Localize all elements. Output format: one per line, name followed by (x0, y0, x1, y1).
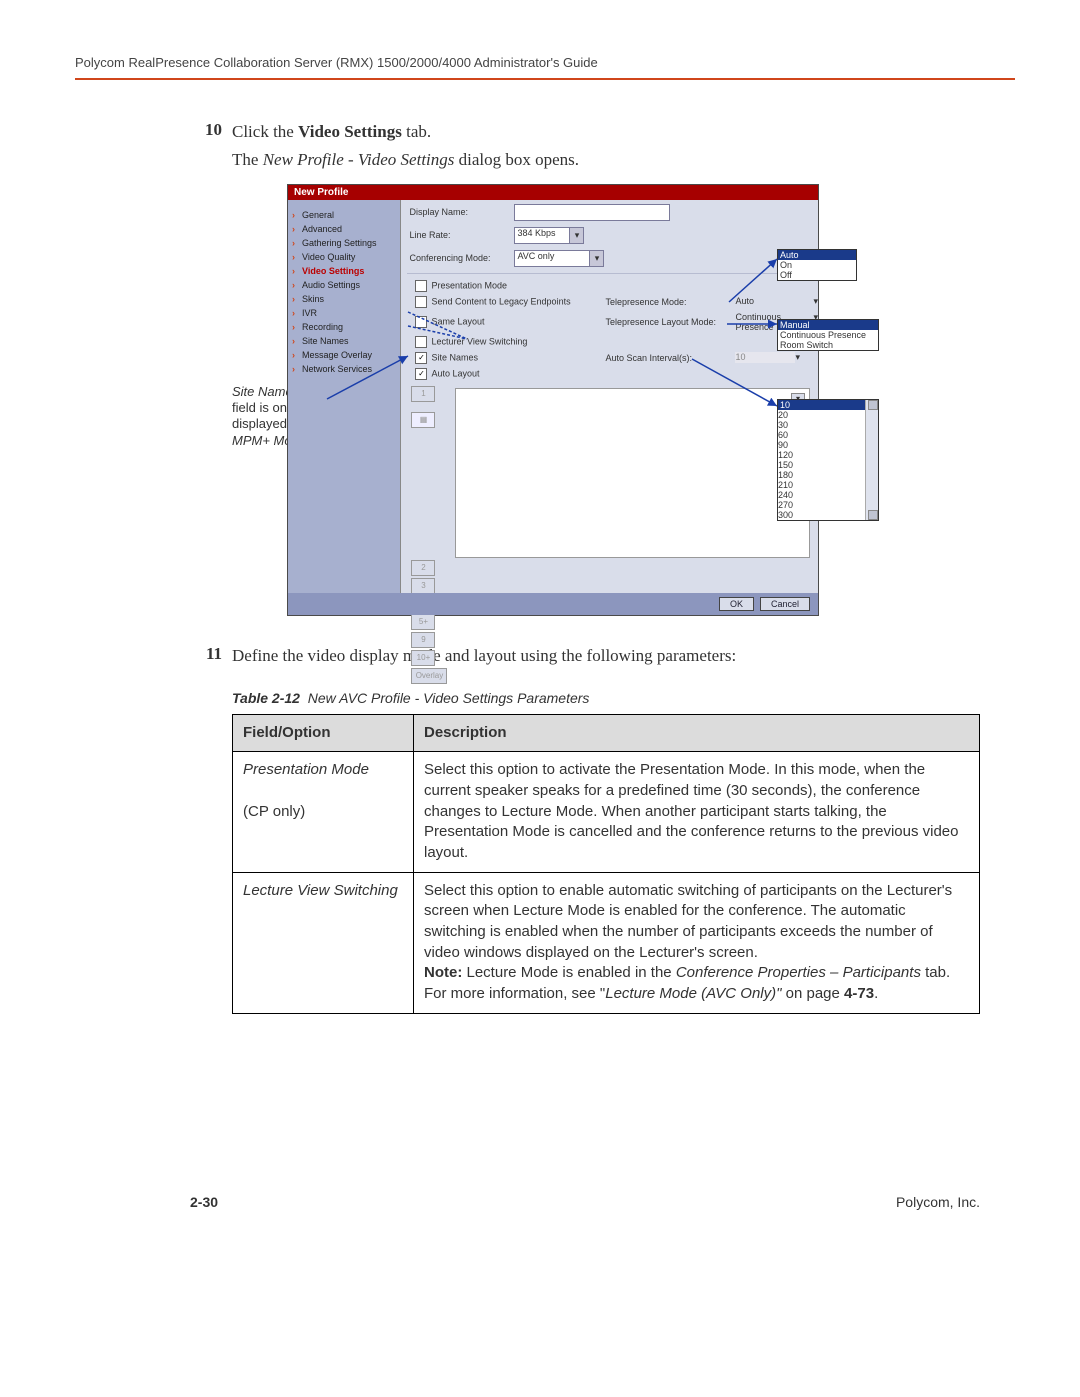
table-row: Presentation Mode (CP only) Select this … (233, 752, 980, 872)
desc-part-italic: Conference Properties – Participants (676, 964, 921, 981)
step-text: Click the Video Settings tab. (232, 120, 980, 144)
table-header-field: Field/Option (233, 714, 414, 752)
table-header-description: Description (414, 714, 980, 752)
desc-page-ref: 4-73 (844, 985, 874, 1002)
step-text-pre: Click the (232, 122, 298, 141)
layout-btn-10plus[interactable]: 10+ (411, 650, 435, 666)
desc-part: on page (781, 985, 844, 1002)
desc-part: . (874, 985, 878, 1002)
layout-btn-9[interactable]: 9 (411, 632, 435, 648)
step-number: 11 (190, 644, 232, 668)
table-row: Lecture View Switching Select this optio… (233, 872, 980, 1013)
field-description: Select this option to activate the Prese… (414, 752, 980, 872)
step-text-bold: Video Settings (298, 122, 402, 141)
sub-pre: The (232, 150, 263, 169)
sub-ital: New Profile - Video Settings (263, 150, 455, 169)
field-name-em: Presentation Mode (243, 761, 369, 778)
parameters-table: Field/Option Description Presentation Mo… (232, 714, 980, 1014)
running-header: Polycom RealPresence Collaboration Serve… (75, 55, 1015, 70)
field-name-plain: (CP only) (243, 803, 305, 820)
field-description: Select this option to enable automatic s… (414, 872, 980, 1013)
table-caption: Table 2-12 New AVC Profile - Video Setti… (232, 690, 980, 706)
header-rule (75, 78, 1015, 80)
table-caption-title: New AVC Profile - Video Settings Paramet… (308, 690, 590, 706)
step-text-post: tab. (402, 122, 431, 141)
desc-part: Select this option to enable automatic s… (424, 882, 952, 961)
screenshot-area: Site Names field is only displayed in MP… (232, 184, 892, 624)
table-caption-label: Table 2-12 (232, 690, 300, 706)
desc-part: Lecture Mode is enabled in the (462, 964, 675, 981)
sub-post: dialog box opens. (454, 150, 579, 169)
annotation-arrows (232, 184, 892, 624)
step-10-subline: The New Profile - Video Settings dialog … (232, 150, 980, 170)
step-number: 10 (190, 120, 232, 144)
step-10: 10 Click the Video Settings tab. (190, 120, 980, 144)
page-footer: 2-30 Polycom, Inc. (190, 1194, 980, 1210)
field-name-em: Lecture View Switching (243, 882, 398, 899)
desc-part-italic: Lecture Mode (AVC Only)" (605, 985, 781, 1002)
layout-btn-overlay[interactable]: Overlay (411, 668, 447, 684)
desc-note-bold: Note: (424, 964, 462, 981)
footer-company: Polycom, Inc. (896, 1194, 980, 1210)
page-number: 2-30 (190, 1194, 218, 1210)
